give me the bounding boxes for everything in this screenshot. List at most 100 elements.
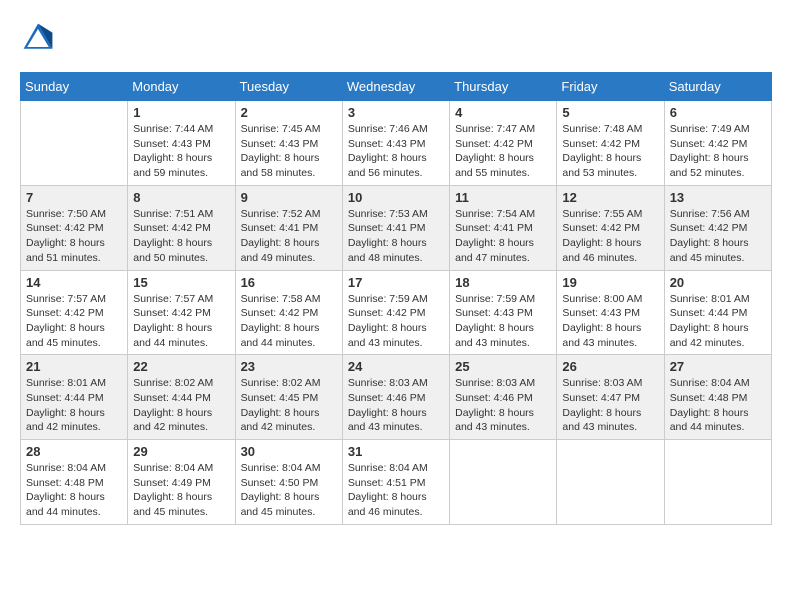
day-number: 23 <box>241 359 337 374</box>
cell-info: Sunrise: 7:59 AMSunset: 4:42 PMDaylight:… <box>348 292 444 351</box>
cell-info: Sunrise: 7:51 AMSunset: 4:42 PMDaylight:… <box>133 207 229 266</box>
calendar-cell: 6 Sunrise: 7:49 AMSunset: 4:42 PMDayligh… <box>664 101 771 186</box>
logo-icon <box>20 20 56 56</box>
calendar-cell: 13 Sunrise: 7:56 AMSunset: 4:42 PMDaylig… <box>664 185 771 270</box>
cell-info: Sunrise: 8:04 AMSunset: 4:49 PMDaylight:… <box>133 461 229 520</box>
calendar-week-row: 21 Sunrise: 8:01 AMSunset: 4:44 PMDaylig… <box>21 355 772 440</box>
cell-info: Sunrise: 7:56 AMSunset: 4:42 PMDaylight:… <box>670 207 766 266</box>
day-number: 8 <box>133 190 229 205</box>
calendar-cell <box>21 101 128 186</box>
calendar-cell: 23 Sunrise: 8:02 AMSunset: 4:45 PMDaylig… <box>235 355 342 440</box>
day-number: 21 <box>26 359 122 374</box>
day-number: 24 <box>348 359 444 374</box>
calendar-cell <box>450 440 557 525</box>
calendar-cell: 28 Sunrise: 8:04 AMSunset: 4:48 PMDaylig… <box>21 440 128 525</box>
cell-info: Sunrise: 7:58 AMSunset: 4:42 PMDaylight:… <box>241 292 337 351</box>
calendar-cell: 22 Sunrise: 8:02 AMSunset: 4:44 PMDaylig… <box>128 355 235 440</box>
calendar-cell: 18 Sunrise: 7:59 AMSunset: 4:43 PMDaylig… <box>450 270 557 355</box>
cell-info: Sunrise: 7:47 AMSunset: 4:42 PMDaylight:… <box>455 122 551 181</box>
cell-info: Sunrise: 8:01 AMSunset: 4:44 PMDaylight:… <box>670 292 766 351</box>
calendar-table: SundayMondayTuesdayWednesdayThursdayFrid… <box>20 72 772 525</box>
calendar-week-row: 7 Sunrise: 7:50 AMSunset: 4:42 PMDayligh… <box>21 185 772 270</box>
calendar-cell: 3 Sunrise: 7:46 AMSunset: 4:43 PMDayligh… <box>342 101 449 186</box>
day-number: 27 <box>670 359 766 374</box>
cell-info: Sunrise: 7:46 AMSunset: 4:43 PMDaylight:… <box>348 122 444 181</box>
day-number: 3 <box>348 105 444 120</box>
calendar-cell: 1 Sunrise: 7:44 AMSunset: 4:43 PMDayligh… <box>128 101 235 186</box>
header-tuesday: Tuesday <box>235 73 342 101</box>
calendar-cell: 16 Sunrise: 7:58 AMSunset: 4:42 PMDaylig… <box>235 270 342 355</box>
day-number: 18 <box>455 275 551 290</box>
calendar-cell: 25 Sunrise: 8:03 AMSunset: 4:46 PMDaylig… <box>450 355 557 440</box>
day-number: 22 <box>133 359 229 374</box>
calendar-cell: 19 Sunrise: 8:00 AMSunset: 4:43 PMDaylig… <box>557 270 664 355</box>
day-number: 4 <box>455 105 551 120</box>
cell-info: Sunrise: 8:04 AMSunset: 4:48 PMDaylight:… <box>670 376 766 435</box>
cell-info: Sunrise: 7:53 AMSunset: 4:41 PMDaylight:… <box>348 207 444 266</box>
calendar-cell: 17 Sunrise: 7:59 AMSunset: 4:42 PMDaylig… <box>342 270 449 355</box>
cell-info: Sunrise: 8:02 AMSunset: 4:44 PMDaylight:… <box>133 376 229 435</box>
calendar-cell: 31 Sunrise: 8:04 AMSunset: 4:51 PMDaylig… <box>342 440 449 525</box>
day-number: 11 <box>455 190 551 205</box>
cell-info: Sunrise: 7:44 AMSunset: 4:43 PMDaylight:… <box>133 122 229 181</box>
day-number: 7 <box>26 190 122 205</box>
calendar-cell: 30 Sunrise: 8:04 AMSunset: 4:50 PMDaylig… <box>235 440 342 525</box>
calendar-cell: 8 Sunrise: 7:51 AMSunset: 4:42 PMDayligh… <box>128 185 235 270</box>
calendar-cell: 4 Sunrise: 7:47 AMSunset: 4:42 PMDayligh… <box>450 101 557 186</box>
calendar-week-row: 28 Sunrise: 8:04 AMSunset: 4:48 PMDaylig… <box>21 440 772 525</box>
calendar-cell: 29 Sunrise: 8:04 AMSunset: 4:49 PMDaylig… <box>128 440 235 525</box>
cell-info: Sunrise: 8:00 AMSunset: 4:43 PMDaylight:… <box>562 292 658 351</box>
day-number: 20 <box>670 275 766 290</box>
header-thursday: Thursday <box>450 73 557 101</box>
day-number: 14 <box>26 275 122 290</box>
calendar-cell: 9 Sunrise: 7:52 AMSunset: 4:41 PMDayligh… <box>235 185 342 270</box>
day-number: 2 <box>241 105 337 120</box>
cell-info: Sunrise: 7:54 AMSunset: 4:41 PMDaylight:… <box>455 207 551 266</box>
calendar-cell: 15 Sunrise: 7:57 AMSunset: 4:42 PMDaylig… <box>128 270 235 355</box>
page-header <box>20 20 772 56</box>
calendar-cell: 10 Sunrise: 7:53 AMSunset: 4:41 PMDaylig… <box>342 185 449 270</box>
cell-info: Sunrise: 8:03 AMSunset: 4:46 PMDaylight:… <box>455 376 551 435</box>
day-number: 12 <box>562 190 658 205</box>
calendar-cell: 2 Sunrise: 7:45 AMSunset: 4:43 PMDayligh… <box>235 101 342 186</box>
header-saturday: Saturday <box>664 73 771 101</box>
calendar-cell: 5 Sunrise: 7:48 AMSunset: 4:42 PMDayligh… <box>557 101 664 186</box>
day-number: 25 <box>455 359 551 374</box>
day-number: 26 <box>562 359 658 374</box>
day-number: 5 <box>562 105 658 120</box>
logo <box>20 20 60 56</box>
day-number: 9 <box>241 190 337 205</box>
cell-info: Sunrise: 7:45 AMSunset: 4:43 PMDaylight:… <box>241 122 337 181</box>
day-number: 29 <box>133 444 229 459</box>
cell-info: Sunrise: 8:04 AMSunset: 4:48 PMDaylight:… <box>26 461 122 520</box>
cell-info: Sunrise: 7:50 AMSunset: 4:42 PMDaylight:… <box>26 207 122 266</box>
cell-info: Sunrise: 7:59 AMSunset: 4:43 PMDaylight:… <box>455 292 551 351</box>
calendar-cell: 11 Sunrise: 7:54 AMSunset: 4:41 PMDaylig… <box>450 185 557 270</box>
calendar-cell: 7 Sunrise: 7:50 AMSunset: 4:42 PMDayligh… <box>21 185 128 270</box>
cell-info: Sunrise: 8:03 AMSunset: 4:47 PMDaylight:… <box>562 376 658 435</box>
cell-info: Sunrise: 7:55 AMSunset: 4:42 PMDaylight:… <box>562 207 658 266</box>
header-wednesday: Wednesday <box>342 73 449 101</box>
calendar-cell: 24 Sunrise: 8:03 AMSunset: 4:46 PMDaylig… <box>342 355 449 440</box>
cell-info: Sunrise: 8:03 AMSunset: 4:46 PMDaylight:… <box>348 376 444 435</box>
day-number: 1 <box>133 105 229 120</box>
cell-info: Sunrise: 8:04 AMSunset: 4:51 PMDaylight:… <box>348 461 444 520</box>
day-number: 17 <box>348 275 444 290</box>
day-number: 30 <box>241 444 337 459</box>
cell-info: Sunrise: 7:48 AMSunset: 4:42 PMDaylight:… <box>562 122 658 181</box>
cell-info: Sunrise: 8:04 AMSunset: 4:50 PMDaylight:… <box>241 461 337 520</box>
day-number: 19 <box>562 275 658 290</box>
day-number: 10 <box>348 190 444 205</box>
calendar-week-row: 14 Sunrise: 7:57 AMSunset: 4:42 PMDaylig… <box>21 270 772 355</box>
calendar-cell <box>664 440 771 525</box>
day-number: 31 <box>348 444 444 459</box>
calendar-header-row: SundayMondayTuesdayWednesdayThursdayFrid… <box>21 73 772 101</box>
cell-info: Sunrise: 8:01 AMSunset: 4:44 PMDaylight:… <box>26 376 122 435</box>
cell-info: Sunrise: 7:49 AMSunset: 4:42 PMDaylight:… <box>670 122 766 181</box>
calendar-week-row: 1 Sunrise: 7:44 AMSunset: 4:43 PMDayligh… <box>21 101 772 186</box>
calendar-cell: 14 Sunrise: 7:57 AMSunset: 4:42 PMDaylig… <box>21 270 128 355</box>
cell-info: Sunrise: 7:57 AMSunset: 4:42 PMDaylight:… <box>133 292 229 351</box>
day-number: 6 <box>670 105 766 120</box>
cell-info: Sunrise: 8:02 AMSunset: 4:45 PMDaylight:… <box>241 376 337 435</box>
header-friday: Friday <box>557 73 664 101</box>
